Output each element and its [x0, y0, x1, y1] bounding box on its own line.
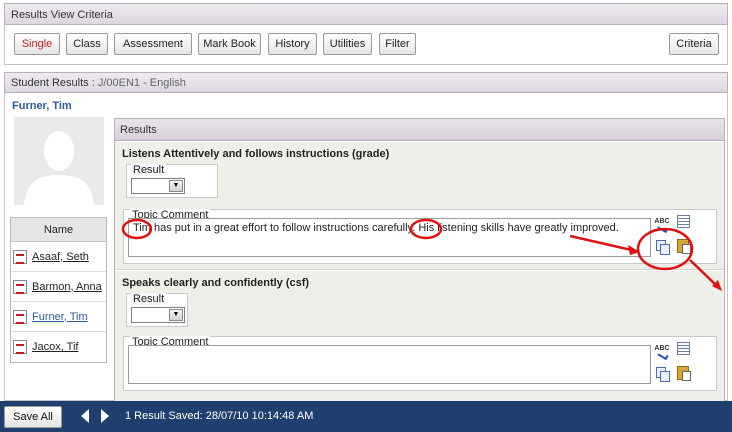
student-link-jacox[interactable]: Jacox, Tif	[32, 341, 78, 353]
result-select[interactable]: ▼	[131, 178, 185, 194]
student-results-title: Student Results	[11, 77, 89, 89]
topic-comment-textarea[interactable]: Tim has put in a great effort to follow …	[128, 218, 651, 257]
filter-button[interactable]: Filter	[379, 33, 416, 55]
paste-icon[interactable]	[675, 365, 691, 381]
prev-arrow-icon[interactable]	[81, 409, 89, 423]
list-item[interactable]: Asaaf, Seth	[11, 242, 106, 272]
avatar-silhouette-icon	[24, 131, 94, 205]
section-heading: Listens Attentively and follows instruct…	[122, 148, 390, 160]
student-name: Furner, Tim	[12, 100, 72, 112]
section-heading: Speaks clearly and confidently (csf)	[122, 277, 310, 289]
results-panel: Results Listens Attentively and follows …	[114, 118, 725, 402]
single-view-button[interactable]: Single	[14, 33, 60, 55]
paste-icon[interactable]	[675, 238, 691, 254]
name-list-header: Name	[11, 218, 106, 242]
student-link-barmon[interactable]: Barmon, Anna	[32, 281, 102, 293]
student-name-list: Name Asaaf, Seth Barmon, Anna Furner, Ti…	[10, 217, 107, 363]
student-link-asaaf[interactable]: Asaaf, Seth	[32, 251, 89, 263]
mark-book-button[interactable]: Mark Book	[198, 33, 261, 55]
utilities-button[interactable]: Utilities	[323, 33, 372, 55]
result-section-1: Listens Attentively and follows instruct…	[115, 142, 724, 270]
next-arrow-icon[interactable]	[101, 409, 109, 423]
spellcheck-icon[interactable]: ABC	[654, 215, 670, 229]
topic-comment-fieldset: Topic Comment ABC	[123, 336, 717, 391]
result-label: Result	[131, 164, 167, 176]
comment-list-icon[interactable]	[677, 342, 690, 355]
avatar	[14, 117, 104, 205]
list-item[interactable]: Barmon, Anna	[11, 272, 106, 302]
history-button[interactable]: History	[268, 33, 317, 55]
save-all-button[interactable]: Save All	[4, 406, 62, 428]
comment-list-icon[interactable]	[677, 215, 690, 228]
chevron-down-icon[interactable]: ▼	[169, 309, 183, 321]
list-item[interactable]: Jacox, Tif	[11, 332, 106, 362]
criteria-panel-title: Results View Criteria	[11, 9, 113, 21]
footer-bar: Save All 1 Result Saved: 28/07/10 10:14:…	[0, 401, 732, 432]
pdf-report-icon[interactable]	[13, 249, 27, 264]
copy-icon[interactable]	[654, 366, 670, 382]
topic-comment-textarea[interactable]	[128, 345, 651, 384]
student-link-furner[interactable]: Furner, Tim	[32, 311, 88, 323]
topic-comment-fieldset: Topic Comment Tim has put in a great eff…	[123, 209, 717, 264]
class-subtitle: : J/00EN1 - English	[91, 77, 186, 89]
criteria-panel-header: Results View Criteria	[4, 3, 728, 25]
results-header: Results	[115, 119, 724, 141]
class-view-button[interactable]: Class	[66, 33, 108, 55]
result-section-2: Speaks clearly and confidently (csf) Res…	[115, 271, 724, 402]
result-fieldset: Result ▼	[126, 293, 188, 327]
chevron-down-icon[interactable]: ▼	[169, 180, 183, 192]
spellcheck-icon[interactable]: ABC	[654, 342, 670, 356]
list-item[interactable]: Furner, Tim	[11, 302, 106, 332]
result-label: Result	[131, 293, 167, 305]
pdf-report-icon[interactable]	[13, 309, 27, 324]
assessment-view-button[interactable]: Assessment	[114, 33, 192, 55]
pdf-report-icon[interactable]	[13, 279, 27, 294]
criteria-button[interactable]: Criteria	[669, 33, 719, 55]
pdf-report-icon[interactable]	[13, 340, 27, 354]
result-fieldset: Result ▼	[126, 164, 218, 198]
result-select[interactable]: ▼	[131, 307, 185, 323]
student-results-header: Student Results : J/00EN1 - English	[4, 72, 728, 93]
copy-icon[interactable]	[654, 239, 670, 255]
save-status-text: 1 Result Saved: 28/07/10 10:14:48 AM	[125, 410, 314, 422]
